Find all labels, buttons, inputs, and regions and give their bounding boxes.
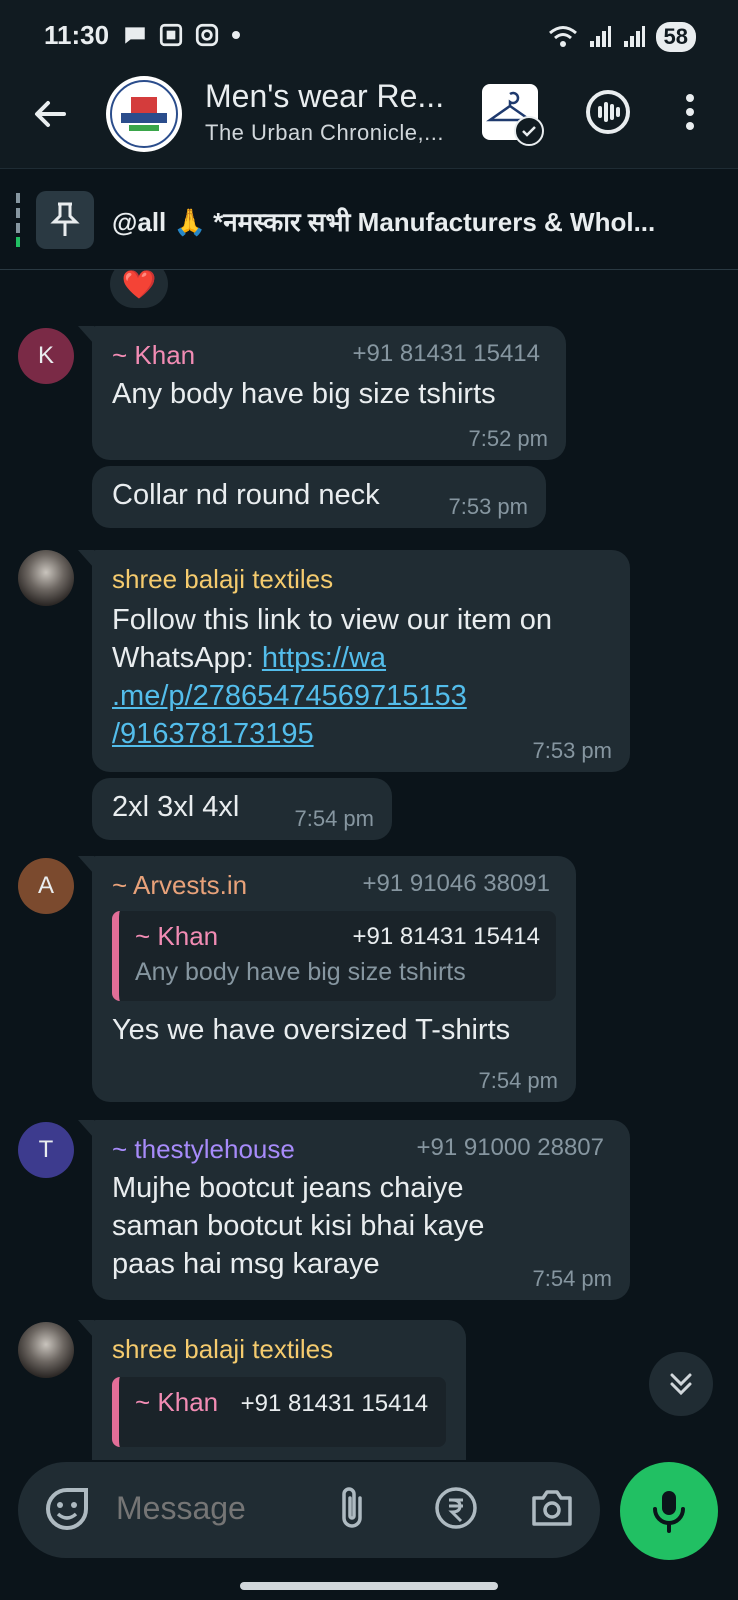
voice-message-button[interactable] <box>620 1462 718 1560</box>
message-bubble[interactable]: ~ Khan +91 81431 15414 Any body have big… <box>78 326 566 460</box>
message-input[interactable] <box>116 1490 316 1527</box>
status-bar: 11:30 58 <box>0 0 738 72</box>
sender-avatar[interactable] <box>18 550 74 606</box>
message-bubble[interactable]: 2xl 3xl 4xl 7:54 pm <box>92 778 392 840</box>
message-text: Yes we have oversized T-shirts <box>112 1014 511 1046</box>
signal-icon-2 <box>623 26 645 47</box>
sticker-emoji-icon[interactable] <box>44 1486 90 1532</box>
chat-notification-icon <box>125 27 145 44</box>
sender-phone: +91 81431 15414 <box>352 340 540 367</box>
camera-icon[interactable] <box>530 1488 574 1528</box>
double-chevron-down-icon <box>670 1373 692 1396</box>
sender-avatar[interactable]: K <box>18 328 74 384</box>
message-time: 7:52 pm <box>468 426 549 451</box>
message-bubble[interactable]: shree balaji textiles ~ Khan +91 81431 1… <box>78 1320 466 1460</box>
microphone-icon <box>653 1491 685 1533</box>
sender-avatar[interactable]: T <box>18 1122 74 1178</box>
sender-name[interactable]: shree balaji textiles <box>112 564 610 595</box>
pin-indicator <box>16 193 20 247</box>
message-time: 7:53 pm <box>448 494 529 519</box>
message-bubble[interactable]: shree balaji textiles Follow this link t… <box>78 550 630 772</box>
message-input-bar <box>18 1462 600 1558</box>
quoted-sender: ~ Khan <box>135 1387 219 1417</box>
message-line: saman bootcut kisi bhai kaye <box>112 1210 485 1242</box>
quoted-phone: +91 81431 15414 <box>352 923 540 950</box>
sender-avatar[interactable]: A <box>18 858 74 914</box>
chat-messages[interactable]: ❤️ K ~ Khan +91 81431 15414 Any body hav… <box>0 270 738 1460</box>
sender-name[interactable]: shree balaji textiles <box>112 1334 446 1365</box>
message-text: Collar nd round neck <box>112 479 380 511</box>
group-subtitle[interactable]: The Urban Chronicle,... <box>205 120 444 146</box>
check-badge-icon <box>514 116 544 146</box>
more-options-icon[interactable] <box>684 92 696 132</box>
message-bubble[interactable]: ~ thestylehouse +91 91000 28807 Mujhe bo… <box>78 1120 630 1300</box>
system-icons: 58 <box>548 22 696 52</box>
dot-icon <box>232 31 240 39</box>
screen-capture-icon <box>159 23 183 47</box>
community-button[interactable] <box>482 84 544 146</box>
pinned-message-bar[interactable]: @all 🙏 *नमस्कार सभी Manufacturers & Whol… <box>0 168 738 270</box>
group-avatar[interactable] <box>106 76 182 152</box>
message-line: Mujhe bootcut jeans chaiye <box>112 1172 464 1204</box>
message-time: 7:54 pm <box>294 806 375 831</box>
quoted-phone: +91 81431 15414 <box>240 1390 429 1417</box>
status-time: 11:30 <box>44 20 110 50</box>
instagram-icon <box>195 23 219 47</box>
pinned-message-text: @all 🙏 *नमस्कार सभी Manufacturers & Whol… <box>112 207 656 237</box>
message-time: 7:53 pm <box>532 738 613 763</box>
message-time: 7:54 pm <box>478 1068 559 1093</box>
message-text: 2xl 3xl 4xl <box>112 791 240 823</box>
voice-chat-icon[interactable] <box>584 88 632 136</box>
signal-icon <box>589 26 611 47</box>
attach-icon[interactable] <box>334 1484 370 1532</box>
home-indicator[interactable] <box>240 1582 498 1590</box>
sender-avatar[interactable] <box>18 1322 74 1378</box>
heart-reaction[interactable]: ❤️ <box>110 270 168 308</box>
message-text: Follow this link to view our item on Wha… <box>112 601 562 753</box>
pin-icon <box>36 191 94 249</box>
group-title[interactable]: Men's wear Re... <box>205 78 444 115</box>
message-bubble[interactable]: Collar nd round neck 7:53 pm <box>92 466 546 528</box>
message-link-part2[interactable]: .me/p/27865474569715153 <box>112 680 467 712</box>
retailers-club-logo <box>110 80 178 148</box>
quoted-text: Any body have big size tshirts <box>135 958 466 986</box>
notification-icons <box>122 22 242 48</box>
chat-header: Men's wear Re... The Urban Chronicle,... <box>0 72 738 168</box>
message-bubble[interactable]: ~ Arvests.in +91 91046 38091 ~ Khan +91 … <box>78 856 576 1102</box>
quoted-message[interactable]: ~ Khan +91 81431 15414 Any body have big… <box>112 911 556 1001</box>
scroll-to-bottom-button[interactable] <box>649 1352 713 1416</box>
message-text: Any body have big size tshirts <box>112 378 496 410</box>
sender-phone: +91 91046 38091 <box>362 870 550 897</box>
message-link-part1[interactable]: https://wa <box>262 642 386 674</box>
sender-phone: +91 91000 28807 <box>416 1134 604 1161</box>
wifi-icon <box>548 26 577 47</box>
rupee-payment-icon[interactable] <box>434 1486 478 1530</box>
battery-level: 58 <box>655 22 696 52</box>
quoted-message[interactable]: ~ Khan +91 81431 15414 <box>112 1377 446 1447</box>
message-link-part3[interactable]: /916378173195 <box>112 718 314 750</box>
message-time: 7:54 pm <box>532 1266 613 1291</box>
back-arrow-icon[interactable] <box>30 94 70 134</box>
